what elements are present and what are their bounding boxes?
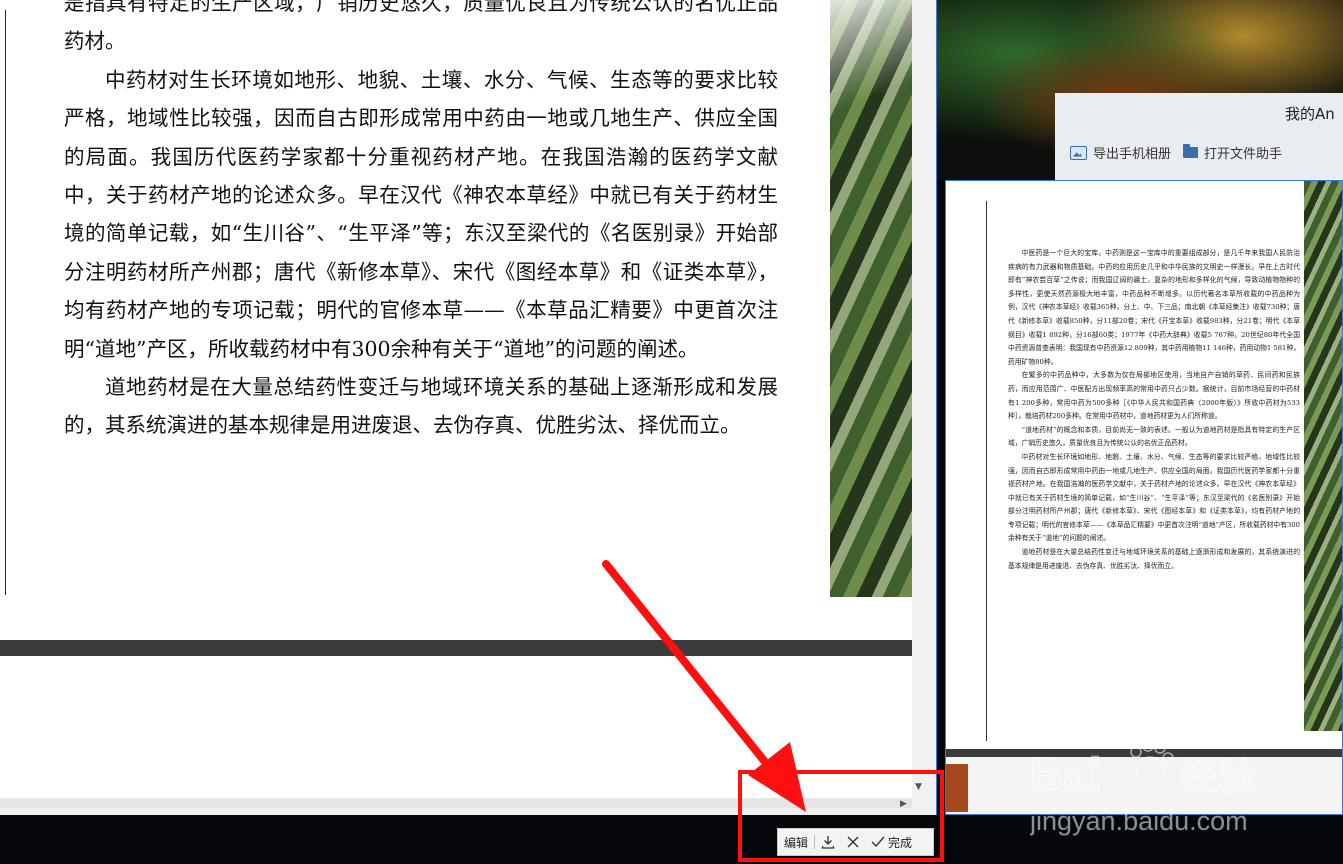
paragraph: 道地药材是在大量总结药性变迁与地域环境关系的基础上逐渐形成和发展的，其系统演进的… [64,375,778,438]
baidu-jingyan-watermark: Bai 经验 jingyan.baidu.com [1030,740,1257,836]
export-album-button[interactable]: 导出手机相册 [1070,143,1171,162]
page-blank [830,597,912,640]
open-file-helper-label: 打开文件助手 [1204,147,1283,162]
preview-paragraph: 道地药材是在大量总结药性变迁与地域环境关系的基础上逐渐形成和发展的，其系统演进的… [1008,548,1300,570]
paragraph: 中药材对生长环境如地形、地貌、土壤、水分、气候、生态等的要求比较严格，地域性比较… [64,67,778,361]
folder-icon [1183,144,1198,158]
photo-album-icon [1070,145,1087,160]
paragraph: 是指具有特定的生产区域，广销历史悠久，质量优良且为传统公认的名优正品药材。 [64,0,778,54]
document-page: 是指具有特定的生产区域，广销历史悠久，质量优良且为传统公认的名优正品药材。 中药… [0,0,830,640]
document-text: 是指具有特定的生产区域，广销历史悠久，质量优良且为传统公认的名优正品药材。 中药… [64,0,778,445]
watermark-brand: Bai [1030,748,1102,800]
paw-icon [1130,740,1174,788]
preview-paragraph: 中药材对生长环境如地形、地貌、土壤、水分、气候、生态等的要求比较严格，地域性比较… [1008,452,1300,543]
preview-paragraph: “道地药材”的概念和本质，目前尚无一致的表述。一般认为道地药材是指具有特定的生产… [1008,425,1300,448]
watermark-brand-cn: 经验 [1180,755,1256,799]
screenshot-preview-window: 中医药是一个巨大的宝库，中药则是这一宝库中的重要组成部分，是几千年来我国人民防治… [945,180,1343,815]
preview-paragraph: 在繁多的中药品种中，大多数为仅在局部地区使用，当地自产自销的草药、民间药和民族药… [1008,371,1300,421]
page-margin-line [5,10,6,595]
watermark-url: jingyan.baidu.com [1030,806,1248,836]
export-album-label: 导出手机相册 [1093,147,1172,162]
open-file-helper-button[interactable]: 打开文件助手 [1183,143,1282,162]
phone-assistant-panel: 我的An 导出手机相册 打开文件助手 [1055,93,1343,180]
panel-title: 我的An [1285,105,1335,123]
preview-thumbnail [946,764,968,812]
preview-plant-photo [1304,181,1342,731]
document-viewer-window: 是指具有特定的生产区域，广销历史悠久，质量优良且为传统公认的名优正品药材。 中药… [0,0,937,815]
preview-paragraph: 中医药是一个巨大的宝库，中药则是这一宝库中的重要组成部分，是几千年来我国人民防治… [1008,249,1300,366]
plant-photo [830,0,912,597]
page-separator-bar [0,640,912,656]
red-highlight-box [738,770,944,862]
preview-text: 中医药是一个巨大的宝库，中药则是这一宝库中的重要组成部分，是几千年来我国人民防治… [1008,247,1300,573]
preview-margin-line [986,201,987,741]
